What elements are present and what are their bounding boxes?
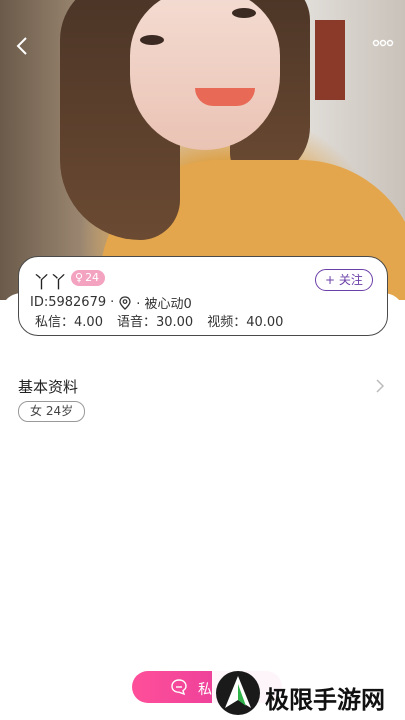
watermark-logo-icon <box>216 671 260 715</box>
watermark-text: 极限手游网 <box>265 685 385 714</box>
follow-button[interactable]: + 关注 <box>315 269 373 291</box>
profile-photo <box>0 0 405 300</box>
chevron-right-icon[interactable] <box>374 379 386 393</box>
gender-age-tag: 女 24岁 <box>18 401 86 422</box>
user-id: ID:5982679 <box>30 295 107 310</box>
user-name: 丫丫 <box>33 273 67 293</box>
chat-button-label: 私 <box>198 682 212 698</box>
female-icon: ♀ <box>75 271 84 284</box>
price-list: 私信：4.00 语音：30.00 视频：40.00 <box>35 311 283 330</box>
profile-card: 丫丫 ♀ 24 + 关注 ID:5982679 · · 被心动0 私信：4.00… <box>18 256 388 336</box>
age-value: 24 <box>85 271 100 284</box>
meta-line: ID:5982679 · · 被心动0 <box>30 293 192 312</box>
price-message: 私信：4.00 <box>35 315 103 330</box>
chat-bubble-icon <box>171 679 187 696</box>
location-pin-icon <box>119 295 131 310</box>
basic-info-title[interactable]: 基本资料 <box>18 376 78 397</box>
price-voice: 语音：30.00 <box>116 315 194 330</box>
back-arrow-icon[interactable] <box>12 36 32 56</box>
separator: · <box>110 295 115 310</box>
gender-age-badge: ♀ 24 <box>71 270 106 286</box>
price-video: 视频：40.00 <box>207 315 284 330</box>
liked-count: · 被心动0 <box>136 297 192 312</box>
content-panel <box>0 293 405 720</box>
more-dots-icon[interactable] <box>372 38 394 48</box>
